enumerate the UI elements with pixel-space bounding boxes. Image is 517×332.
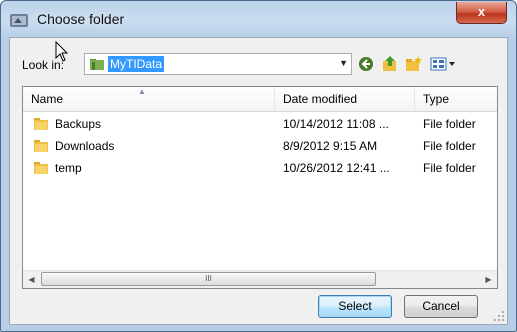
file-list[interactable]: Name ▲ Date modified Type Backups 10/14/… — [22, 86, 498, 289]
item-type: File folder — [423, 161, 476, 175]
view-menu-button[interactable] — [428, 53, 458, 75]
chevron-down-icon[interactable]: ▼ — [339, 58, 348, 68]
item-name: Backups — [55, 117, 102, 131]
select-button[interactable]: Select — [318, 295, 392, 318]
horizontal-scrollbar[interactable]: ◀ III ▶ — [23, 270, 497, 288]
scroll-right-icon[interactable]: ▶ — [480, 271, 497, 288]
item-date: 8/9/2012 9:15 AM — [283, 139, 378, 153]
folder-icon — [90, 59, 104, 70]
back-arrow-icon — [359, 57, 373, 71]
resize-grip-icon[interactable] — [493, 310, 505, 322]
new-folder-icon — [406, 56, 422, 71]
choose-folder-dialog: Choose folder x Look in: MyTIData ▼ Name… — [0, 0, 517, 332]
item-name: Downloads — [55, 139, 115, 153]
folder-icon — [34, 140, 48, 152]
scroll-left-icon[interactable]: ◀ — [23, 271, 40, 288]
column-name[interactable]: Name ▲ — [23, 87, 275, 111]
item-name: temp — [55, 161, 82, 175]
title-bar[interactable]: Choose folder x — [1, 1, 516, 37]
look-in-dropdown[interactable]: MyTIData ▼ — [84, 53, 352, 75]
mouse-cursor-icon — [55, 41, 69, 62]
new-folder-button[interactable] — [402, 53, 426, 75]
folder-up-icon — [383, 56, 396, 71]
item-type: File folder — [423, 139, 476, 153]
back-button[interactable] — [354, 53, 378, 75]
view-icon — [430, 57, 455, 71]
list-item[interactable]: temp 10/26/2012 12:41 ... File folder — [23, 157, 497, 179]
column-header: Name ▲ Date modified Type — [23, 87, 497, 112]
list-item[interactable]: Backups 10/14/2012 11:08 ... File folder — [23, 113, 497, 135]
item-type: File folder — [423, 117, 476, 131]
sort-ascending-icon: ▲ — [138, 87, 146, 96]
item-date: 10/14/2012 11:08 ... — [283, 117, 389, 131]
list-item[interactable]: Downloads 8/9/2012 9:15 AM File folder — [23, 135, 497, 157]
up-one-level-button[interactable] — [378, 53, 402, 75]
window-title: Choose folder — [37, 11, 125, 27]
column-type[interactable]: Type — [415, 87, 497, 111]
column-date-modified[interactable]: Date modified — [275, 87, 415, 111]
scrollbar-thumb[interactable]: III — [41, 272, 376, 286]
item-date: 10/26/2012 12:41 ... — [283, 161, 390, 175]
app-icon — [10, 14, 28, 27]
cancel-button[interactable]: Cancel — [404, 295, 478, 318]
close-button[interactable]: x — [456, 2, 507, 24]
folder-icon — [34, 162, 48, 174]
dialog-body: Look in: MyTIData ▼ Name ▲ Date modified… — [9, 37, 508, 325]
look-in-value: MyTIData — [108, 56, 165, 72]
folder-icon — [34, 118, 48, 130]
